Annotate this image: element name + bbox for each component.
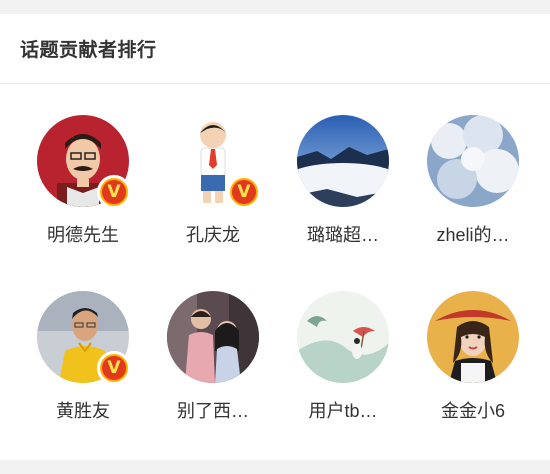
avatar[interactable] xyxy=(427,291,519,383)
avatar-wrapper xyxy=(427,115,519,207)
verified-badge-icon: V xyxy=(97,175,131,209)
avatar-wrapper: V xyxy=(37,291,131,385)
avatar[interactable] xyxy=(297,115,389,207)
contributor-item[interactable]: V 黄胜友 xyxy=(18,291,148,423)
contributor-item[interactable]: 用户tb… xyxy=(278,291,408,423)
contributor-name[interactable]: zheli的… xyxy=(408,221,538,247)
avatar-wrapper xyxy=(167,291,259,383)
card-header: 话题贡献者排行 xyxy=(0,14,550,84)
contributor-item[interactable]: 别了西… xyxy=(148,291,278,423)
contributor-ranking-card: 话题贡献者排行 V 明德先生 V 孔庆龙 璐璐超… zheli的… V 黄胜友 … xyxy=(0,14,550,460)
page-background-strip xyxy=(0,460,550,474)
avatar[interactable] xyxy=(297,291,389,383)
contributor-name[interactable]: 金金小6 xyxy=(408,397,538,423)
contributor-item[interactable]: 金金小6 xyxy=(408,291,538,423)
contributor-item[interactable]: zheli的… xyxy=(408,115,538,247)
avatar-wrapper xyxy=(297,115,389,207)
section-title: 话题贡献者排行 xyxy=(20,40,157,61)
contributor-item[interactable]: V 明德先生 xyxy=(18,115,148,247)
avatar[interactable] xyxy=(167,291,259,383)
contributor-name[interactable]: 明德先生 xyxy=(18,221,148,247)
contributor-name[interactable]: 璐璐超… xyxy=(278,221,408,247)
contributor-name[interactable]: 黄胜友 xyxy=(18,397,148,423)
contributor-name[interactable]: 用户tb… xyxy=(278,397,408,423)
avatar[interactable] xyxy=(427,115,519,207)
verified-badge-icon: V xyxy=(227,175,261,209)
avatar-wrapper xyxy=(297,291,389,383)
verified-badge-icon: V xyxy=(97,351,131,385)
contributor-item[interactable]: 璐璐超… xyxy=(278,115,408,247)
contributor-item[interactable]: V 孔庆龙 xyxy=(148,115,278,247)
avatar-wrapper: V xyxy=(167,115,261,209)
avatar-wrapper: V xyxy=(37,115,131,209)
avatar-wrapper xyxy=(427,291,519,383)
contributor-name[interactable]: 孔庆龙 xyxy=(148,221,278,247)
contributor-name[interactable]: 别了西… xyxy=(148,397,278,423)
